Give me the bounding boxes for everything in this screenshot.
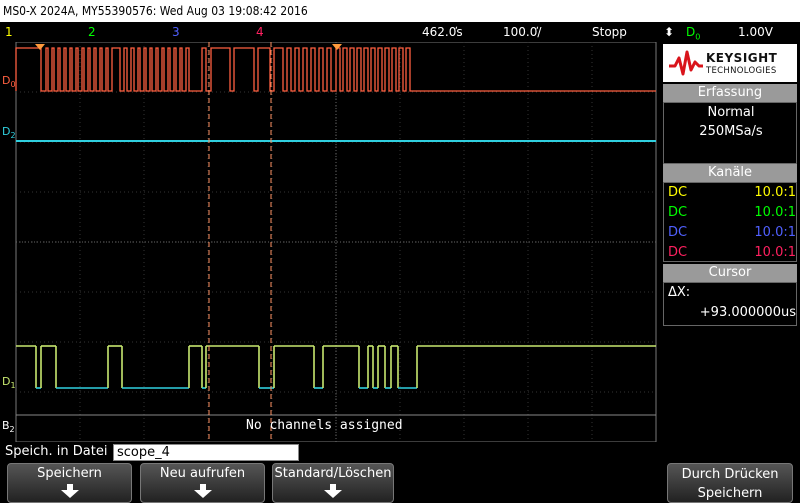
status-bar: 1 2 3 4 462.0̕s 100.0̕/ Stopp ⬍ D0 1.00V: [0, 22, 800, 42]
channel-row[interactable]: DC 10.0:1: [668, 203, 800, 223]
sample-rate: 250MSa/s: [699, 124, 763, 139]
no-channels-message: No channels assigned: [246, 418, 403, 433]
press-to-save-softkey[interactable]: Durch Drücken Speichern: [667, 463, 793, 503]
b2-label: B2: [2, 419, 15, 435]
waveform-display[interactable]: D0 D2 D1 B2 No channels assigned: [0, 42, 658, 442]
cursor-box: ΔX: +93.000000us: [663, 282, 797, 326]
file-bar: Speich. in Datei = scope_4: [0, 442, 800, 462]
channel-2-indicator[interactable]: 2: [88, 22, 96, 42]
channel-4-indicator[interactable]: 4: [256, 22, 264, 42]
channel-3-indicator[interactable]: 3: [172, 22, 180, 42]
default-erase-softkey[interactable]: Standard/Löschen: [272, 463, 394, 503]
down-arrow-icon: [60, 484, 79, 498]
timebase-readout: 462.0̕s: [422, 25, 463, 39]
d2-label: D2: [2, 125, 16, 141]
trigger-slope-icon: ⬍: [664, 25, 675, 39]
channel-row[interactable]: DC 10.0:1: [668, 223, 800, 243]
keysight-wave-icon: [669, 50, 703, 76]
filename-field[interactable]: scope_4: [113, 444, 299, 461]
channel-row[interactable]: DC 10.0:1: [668, 183, 800, 203]
channels-box: DC 10.0:1 DC 10.0:1 DC 10.0:1 DC 10.0:1: [663, 182, 797, 262]
recall-softkey[interactable]: Neu aufrufen: [140, 463, 265, 503]
acquisition-box: Normal 250MSa/s: [663, 102, 797, 164]
right-panel: KEYSIGHT TECHNOLOGIES Erfassung Normal 2…: [660, 42, 800, 442]
d1-label: D1: [2, 375, 16, 391]
run-stop-status: Stopp: [592, 25, 627, 39]
title-bar: MS0-X 2024A, MY55390576: Wed Aug 03 19:0…: [0, 0, 800, 22]
file-label: Speich. in Datei =: [5, 444, 123, 459]
down-arrow-icon: [193, 484, 212, 498]
waveform-grid: [15, 42, 657, 442]
brand-sub: TECHNOLOGIES: [706, 66, 777, 76]
delta-x-value: +93.000000us: [699, 305, 796, 320]
channel-1-indicator[interactable]: 1: [5, 22, 13, 42]
trigger-position-marker[interactable]: [35, 44, 45, 50]
channels-header[interactable]: Kanäle: [663, 164, 797, 182]
d0-label: D0: [2, 74, 16, 90]
trigger-level: 1.00V: [738, 25, 773, 39]
down-arrow-icon: [324, 484, 342, 498]
time-reference-readout: 100.0̕/: [503, 25, 542, 39]
cursor-header[interactable]: Cursor: [663, 264, 797, 282]
brand-name: KEYSIGHT: [706, 51, 778, 65]
acquisition-header[interactable]: Erfassung: [663, 84, 797, 102]
acquisition-mode: Normal: [707, 105, 755, 120]
save-softkey[interactable]: Speichern: [7, 463, 132, 503]
d0-trace: [15, 47, 656, 92]
keysight-logo: KEYSIGHT TECHNOLOGIES: [663, 44, 797, 82]
delta-x-label: ΔX:: [668, 285, 691, 300]
channel-row[interactable]: DC 10.0:1: [668, 243, 800, 263]
